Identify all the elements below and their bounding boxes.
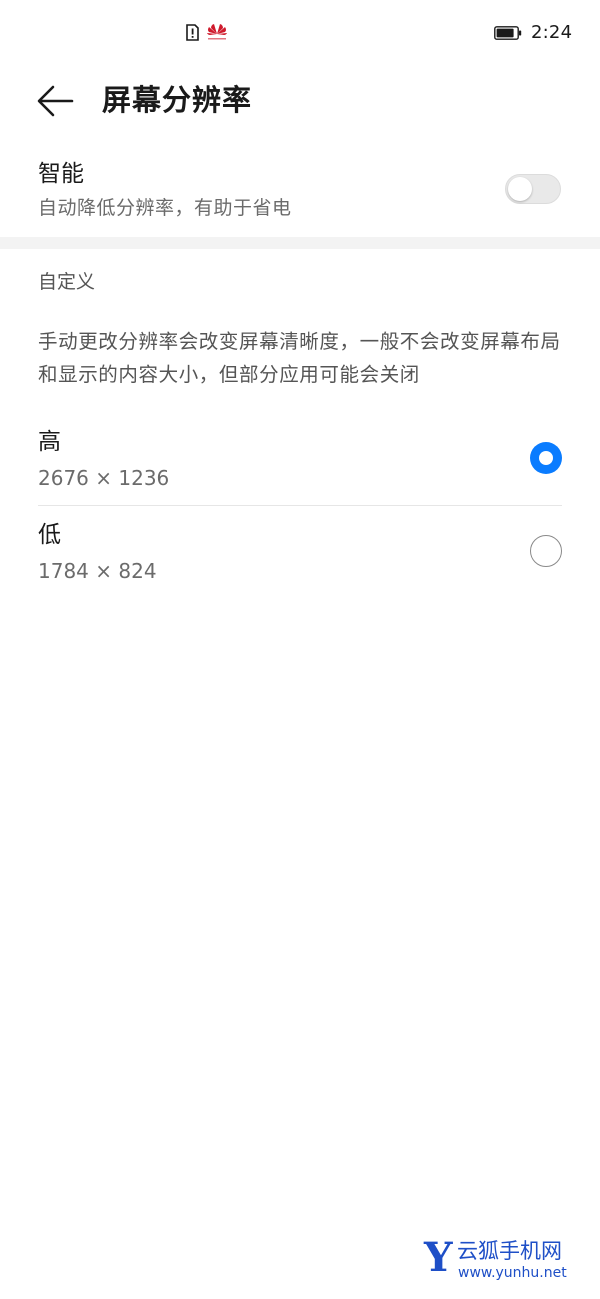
watermark-letter: Y: [424, 1234, 453, 1281]
resolution-option-high[interactable]: 高 2676 × 1236: [0, 414, 600, 506]
status-bar: 2:24: [0, 0, 600, 66]
option-divider: [38, 505, 562, 506]
custom-section-title: 自定义: [38, 271, 96, 293]
watermark-url: www.yunhu.net: [458, 1265, 567, 1281]
option-resolution: 2676 × 1236: [38, 466, 170, 490]
battery-icon: [494, 26, 522, 40]
sim-alert-icon: [186, 24, 199, 41]
header: 屏幕分辨率: [0, 66, 600, 136]
section-divider: [0, 237, 600, 249]
smart-title: 智能: [38, 161, 84, 187]
custom-description: 手动更改分辨率会改变屏幕清晰度，一般不会改变屏幕布局和显示的内容大小，但部分应用…: [38, 330, 561, 386]
smart-toggle[interactable]: [505, 174, 561, 204]
page-title: 屏幕分辨率: [102, 83, 253, 117]
arrow-left-icon: [37, 85, 74, 117]
resolution-option-low[interactable]: 低 1784 × 824: [0, 507, 600, 599]
radio-selected-icon[interactable]: [530, 442, 562, 474]
back-button[interactable]: [34, 82, 76, 120]
toggle-knob: [508, 177, 532, 201]
option-label: 低: [38, 522, 61, 548]
smart-resolution-row[interactable]: 智能 自动降低分辨率，有助于省电: [0, 150, 600, 236]
smart-subtitle: 自动降低分辨率，有助于省电: [38, 197, 292, 219]
watermark-name: 云狐手机网: [457, 1239, 562, 1263]
radio-unselected-icon[interactable]: [530, 535, 562, 567]
huawei-logo-icon: [207, 24, 227, 40]
option-label: 高: [38, 429, 61, 455]
status-time: 2:24: [531, 22, 573, 43]
watermark: Y 云狐手机网 www.yunhu.net: [424, 1234, 594, 1286]
radio-dot: [539, 451, 553, 465]
option-resolution: 1784 × 824: [38, 559, 157, 583]
